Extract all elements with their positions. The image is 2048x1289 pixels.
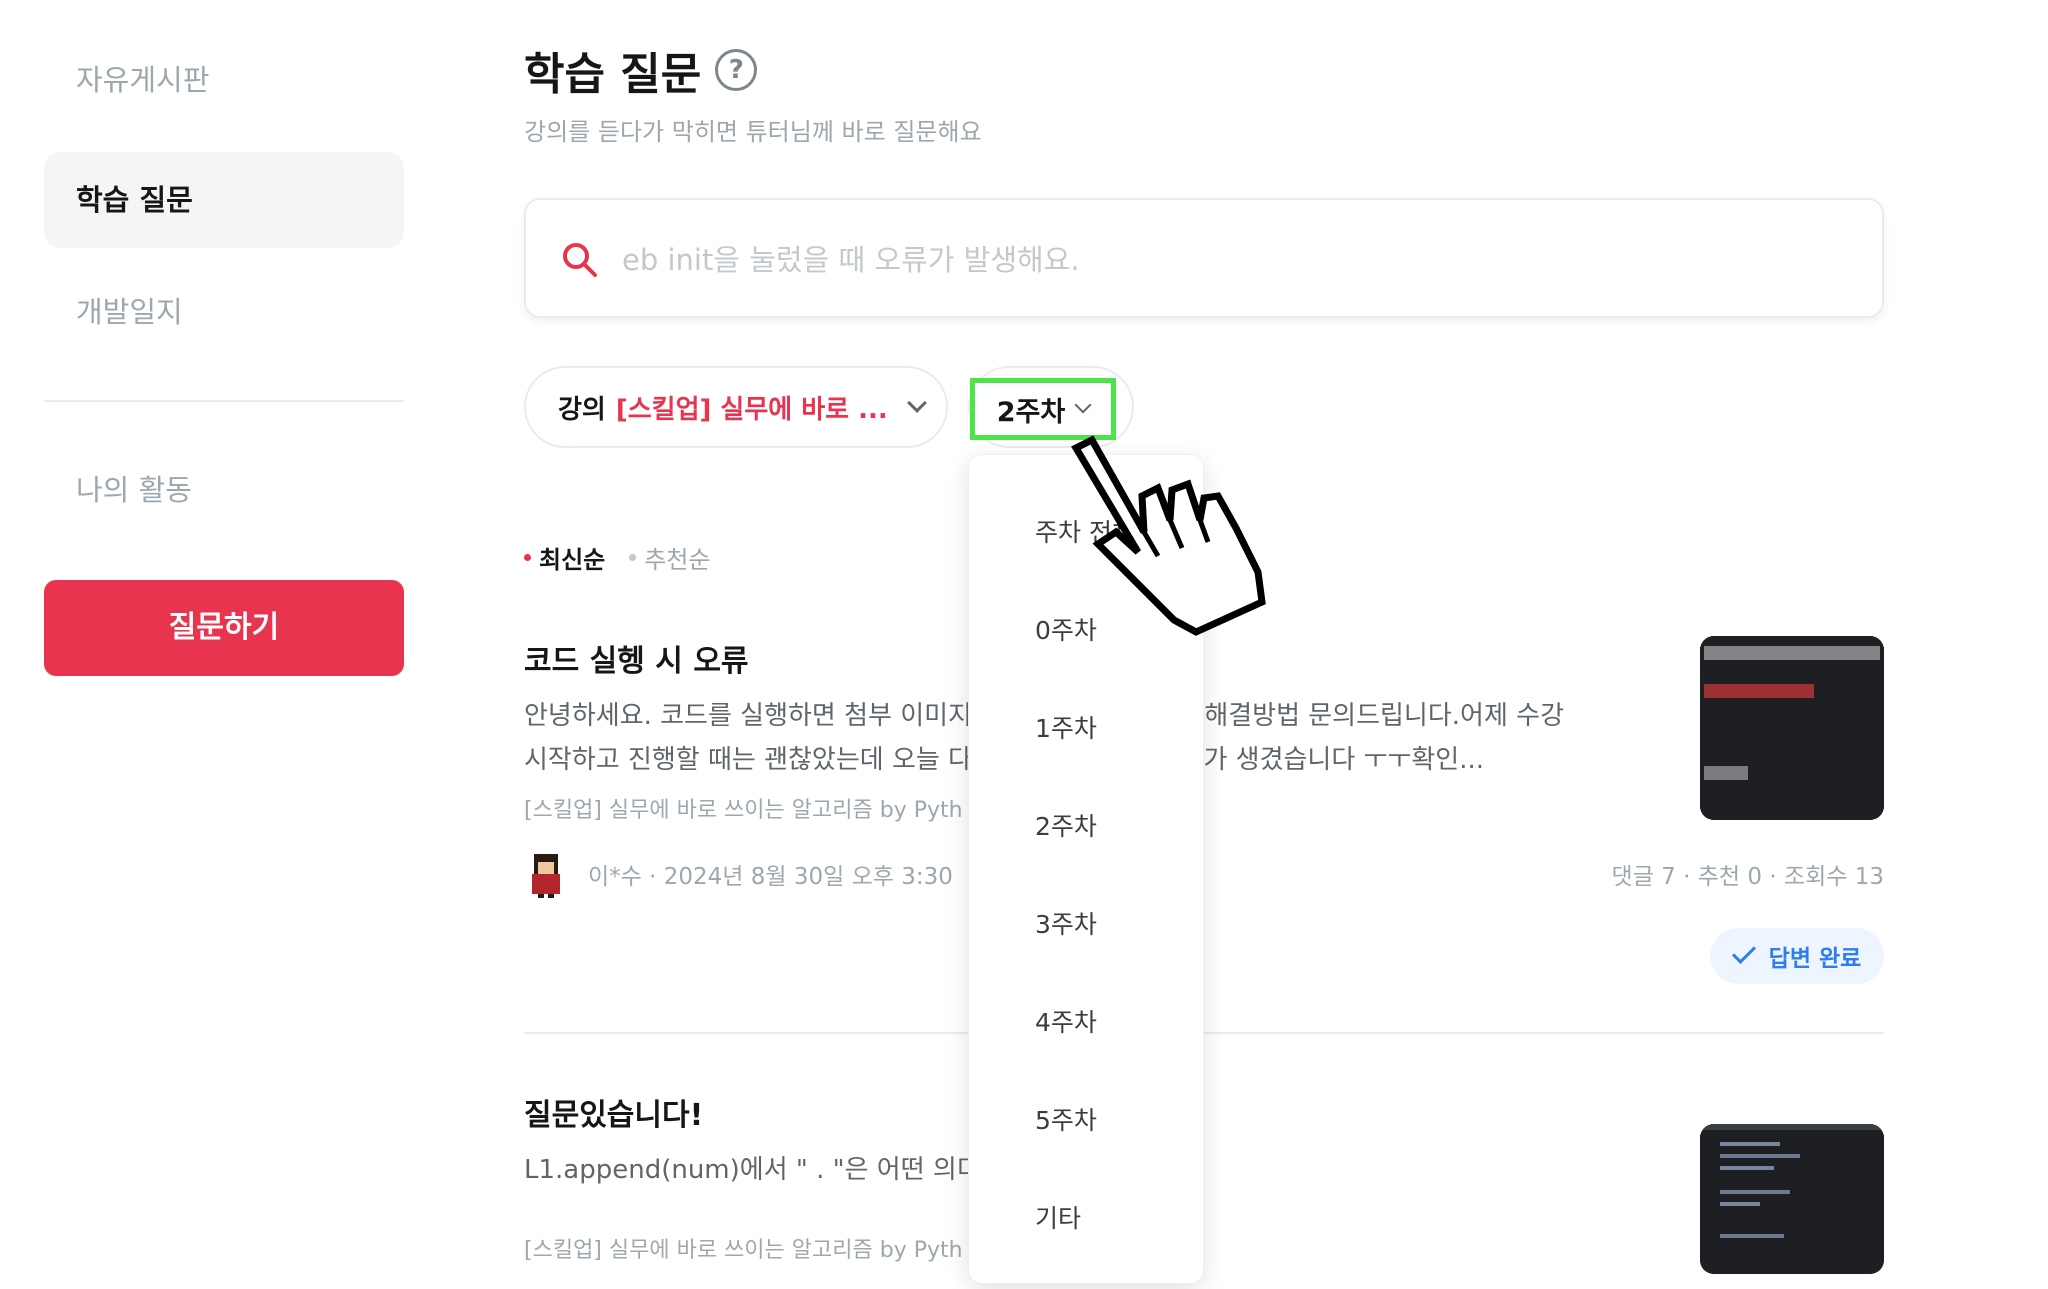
ask-question-button[interactable]: 질문하기 <box>44 580 404 676</box>
lecture-filter-label: 강의 <box>558 394 606 425</box>
post-title: 질문있습니다! <box>524 1098 704 1133</box>
sidebar-item-label: 개발일지 <box>76 295 183 329</box>
search-icon <box>563 243 597 277</box>
help-icon[interactable]: ? <box>715 49 758 91</box>
post-item[interactable]: 코드 실헹 시 오류 안녕하세요. 코드를 실행하면 첨부 이미지 해결방법 문… <box>524 636 1884 824</box>
code-screenshot-image <box>1700 636 1884 820</box>
avatar <box>532 854 560 898</box>
answered-label: 답변 완료 <box>1768 946 1862 972</box>
week-filter-value: 2주차 <box>996 396 1066 428</box>
post-meta: 이*수 · 2024년 8월 30일 오후 3:30 댓글 7 · 추천 0 ·… <box>524 850 1884 898</box>
post-author: 이*수 · 2024년 8월 30일 오후 3:30 <box>588 864 953 890</box>
dropdown-item-week-2[interactable]: 2주차 <box>1035 807 1097 843</box>
title-row: 학습 질문 ? <box>524 38 758 102</box>
code-screenshot-image <box>1700 1124 1884 1274</box>
dropdown-item-week-4[interactable]: 4주차 <box>1035 1003 1097 1039</box>
chevron-down-icon <box>1074 396 1092 414</box>
dropdown-item-week-5[interactable]: 5주차 <box>1035 1101 1097 1137</box>
lecture-filter-value: [스킬업] 실무에 바로 ... <box>615 394 888 425</box>
sidebar-item-label: 자유게시판 <box>76 63 210 97</box>
post-course: [스킬업] 실무에 바로 쓰이는 알고리즘 by Pyth <box>524 798 963 823</box>
dropdown-item-week-3[interactable]: 3주차 <box>1035 905 1097 941</box>
post-preview-line: 해결방법 문의드립니다.어제 수강 <box>1204 701 1564 731</box>
post-item[interactable]: 질문있습니다! L1.append(num)에서 " . "은 어떤 의미 [스… <box>524 1090 1884 1274</box>
sort-recommended-label: 추천순 <box>644 546 711 574</box>
lecture-filter-dropdown[interactable]: 강의 [스킬업] 실무에 바로 ... <box>524 366 948 448</box>
post-thumbnail <box>1700 1124 1884 1274</box>
page-title: 학습 질문 <box>524 49 702 100</box>
sidebar: 자유게시판 학습 질문 개발일지 나의 활동 질문하기 <box>44 40 404 676</box>
post-stats: 댓글 7 · 추천 0 · 조회수 13 <box>1611 864 1884 890</box>
post-preview-line: 안녕하세요. 코드를 실행하면 첨부 이미지 <box>524 701 972 731</box>
post-preview-line: 시작하고 진행할 때는 괜찮았는데 오늘 다 <box>524 745 972 775</box>
sidebar-item-label: 학습 질문 <box>76 183 193 217</box>
sidebar-divider <box>44 400 404 402</box>
search-input[interactable] <box>622 234 1822 286</box>
dropdown-item-week-1[interactable]: 1주차 <box>1035 709 1097 745</box>
inactive-dot-icon <box>629 554 637 561</box>
sort-recommended[interactable]: 추천순 <box>629 540 711 575</box>
sort-latest[interactable]: 최신순 <box>524 540 605 575</box>
answered-badge: 답변 완료 <box>1710 928 1884 984</box>
dropdown-item-other[interactable]: 기타 <box>1035 1199 1081 1235</box>
check-icon <box>1731 939 1756 965</box>
post-thumbnail <box>1700 636 1884 820</box>
hand-pointer-icon <box>1071 435 1266 636</box>
sort-options: 최신순 추천순 <box>524 540 711 575</box>
search-box <box>524 198 1884 318</box>
sidebar-item-dev-log[interactable]: 개발일지 <box>44 264 404 360</box>
sidebar-item-study-questions[interactable]: 학습 질문 <box>44 152 404 248</box>
sidebar-item-free-board[interactable]: 자유게시판 <box>44 40 404 120</box>
post-course: [스킬업] 실무에 바로 쓰이는 알고리즘 by Pyth <box>524 1238 963 1263</box>
post-divider <box>524 1032 1884 1034</box>
post-preview-line: 제가 생겼습니다 ㅜㅜ확인... <box>1179 745 1484 775</box>
active-dot-icon <box>524 554 531 561</box>
sidebar-item-my-activity[interactable]: 나의 활동 <box>44 442 404 538</box>
sidebar-item-label: 나의 활동 <box>76 473 192 507</box>
page-subtitle: 강의를 듣다가 막히면 튜터님께 바로 질문해요 <box>524 118 982 146</box>
chevron-down-icon <box>906 393 927 413</box>
sort-latest-label: 최신순 <box>539 546 606 574</box>
